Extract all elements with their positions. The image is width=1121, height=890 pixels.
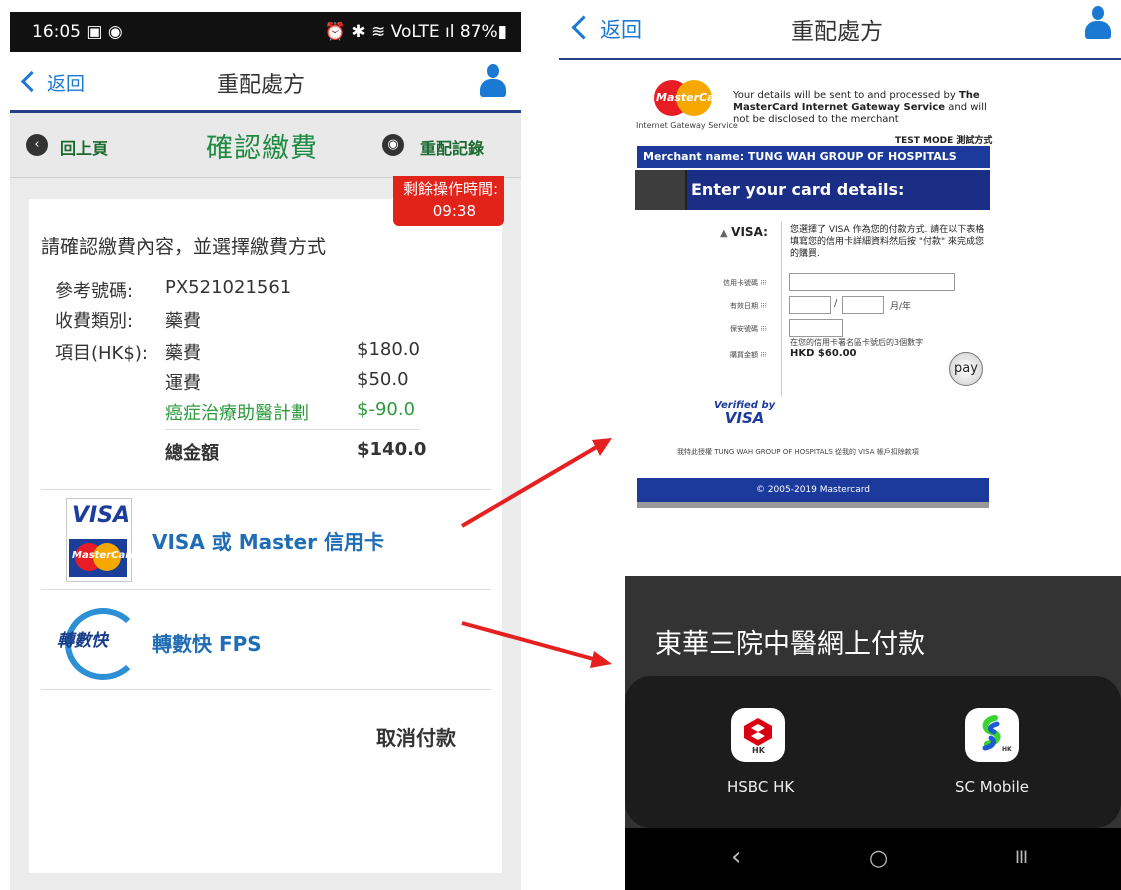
arrowhead-icon	[590, 651, 612, 668]
arrow-to-chooser	[461, 621, 598, 662]
annotation-arrows	[460, 438, 612, 668]
arrow-to-gateway	[460, 443, 602, 528]
